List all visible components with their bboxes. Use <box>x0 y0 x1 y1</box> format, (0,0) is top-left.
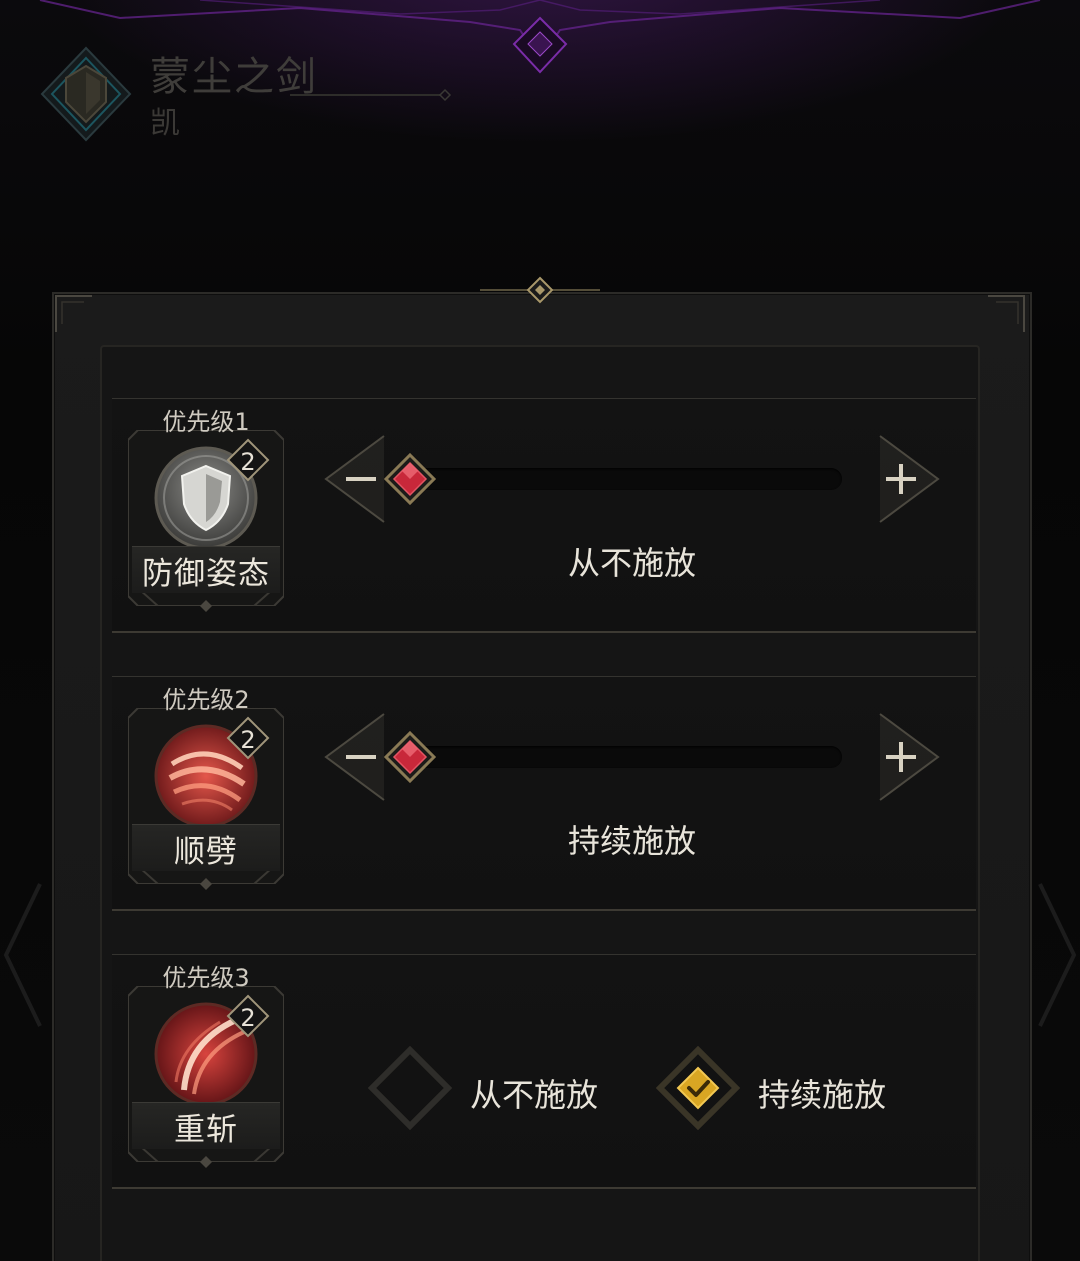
hero-divider <box>290 88 452 102</box>
skill-name: 重斩 <box>174 1112 238 1148</box>
panel-corner-ornament <box>988 295 1025 332</box>
priority-label: 优先级2 <box>162 686 250 714</box>
left-scroll-arrow[interactable] <box>0 880 44 1030</box>
increase-button[interactable] <box>878 434 942 524</box>
decrease-button[interactable] <box>322 434 386 524</box>
slider-track[interactable] <box>410 468 842 490</box>
hero-class-emblem-icon <box>40 46 132 142</box>
hero-player-name: 凯 <box>150 106 180 141</box>
panel-top-ornament <box>480 276 600 304</box>
slider-track[interactable] <box>410 746 842 768</box>
checkbox-diamond[interactable] <box>368 1046 452 1130</box>
skill-card[interactable]: 优先级3 2 重斩 <box>128 964 284 1168</box>
skill-level: 2 <box>240 448 256 476</box>
skill-priority-screen: 蒙尘之剑 凯 优先级1 2 防御姿态 从不施放 优先级2 2 顺劈 持续施放 优… <box>0 0 1080 1261</box>
cast-frequency-slider[interactable] <box>322 712 942 802</box>
priority-label: 优先级3 <box>162 964 250 992</box>
card-bottom-gem <box>200 1156 212 1168</box>
skill-name: 顺劈 <box>174 834 238 870</box>
skill-name: 防御姿态 <box>142 556 270 592</box>
panel-corner-ornament <box>55 295 92 332</box>
cast-frequency-slider[interactable] <box>322 434 942 524</box>
right-scroll-arrow[interactable] <box>1036 880 1080 1030</box>
increase-button[interactable] <box>878 712 942 802</box>
option-always-cast[interactable]: 持续施放 <box>656 1046 916 1130</box>
skill-level: 2 <box>240 726 256 754</box>
card-bottom-gem <box>200 600 212 612</box>
cast-frequency-value: 从不施放 <box>567 544 696 582</box>
option-label: 持续施放 <box>758 1076 887 1114</box>
card-bottom-gem <box>200 878 212 890</box>
skill-card[interactable]: 优先级2 2 顺劈 <box>128 686 284 890</box>
slider-knob[interactable] <box>384 453 436 505</box>
checkbox-diamond[interactable] <box>656 1046 740 1130</box>
decrease-button[interactable] <box>322 712 386 802</box>
option-label: 从不施放 <box>470 1076 599 1114</box>
option-never-cast[interactable]: 从不施放 <box>368 1046 628 1130</box>
slider-knob[interactable] <box>384 731 436 783</box>
skill-card[interactable]: 优先级1 2 防御姿态 <box>128 408 284 612</box>
priority-label: 优先级1 <box>162 408 250 436</box>
skill-level: 2 <box>240 1004 256 1032</box>
cast-frequency-value: 持续施放 <box>567 822 696 860</box>
